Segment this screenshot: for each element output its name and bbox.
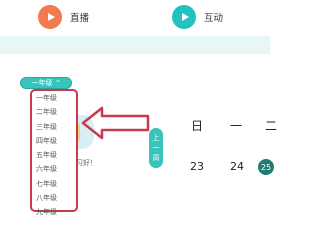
header-band: [0, 36, 270, 54]
grade-option[interactable]: 一年级: [32, 91, 76, 105]
calendar-day-selected[interactable]: 25: [258, 159, 274, 175]
grade-option[interactable]: 五年级: [32, 148, 76, 162]
play-icon: [172, 5, 196, 29]
interact-label: 互动: [204, 13, 224, 24]
prev-label-3: 周: [152, 154, 160, 162]
grade-option[interactable]: 八年级: [32, 191, 76, 205]
grade-selector-label: 一年级: [31, 79, 53, 87]
prev-label-1: 上: [152, 134, 160, 142]
grade-option[interactable]: 四年级: [32, 134, 76, 148]
prev-label-2: 一: [152, 144, 160, 152]
calendar-day[interactable]: 23: [190, 160, 204, 173]
grade-option[interactable]: 六年级: [32, 162, 76, 176]
weekday-sun: 日: [191, 119, 204, 133]
interact-button[interactable]: 互动: [172, 5, 223, 29]
grade-dropdown: 一年级 二年级 三年级 四年级 五年级 六年级 七年级 八年级 九年级: [30, 89, 78, 216]
grade-option[interactable]: 三年级: [32, 120, 76, 134]
weekday-mon: 一: [230, 119, 243, 133]
grade-selector[interactable]: 一年级 ^: [20, 77, 72, 89]
play-icon: [38, 5, 62, 29]
left-arrow-icon: [81, 106, 150, 140]
grade-option[interactable]: 九年级: [32, 205, 76, 219]
screen: 直播 互动 一年级 ^ 习好！ 一年级 二年级 三年级 四年级 五年级 六年级 …: [0, 0, 277, 216]
course-card-caption: 习好！: [76, 159, 97, 167]
chevron-up-icon: ^: [55, 79, 61, 87]
calendar-day[interactable]: 24: [230, 160, 244, 173]
live-label: 直播: [70, 13, 90, 24]
grade-option[interactable]: 二年级: [32, 105, 76, 119]
previous-week-button[interactable]: 上 一 周: [149, 128, 163, 168]
live-button[interactable]: 直播: [38, 5, 89, 29]
top-nav: 直播 互动: [0, 0, 270, 36]
grade-option[interactable]: 七年级: [32, 177, 76, 191]
weekday-tue: 二: [265, 119, 278, 133]
